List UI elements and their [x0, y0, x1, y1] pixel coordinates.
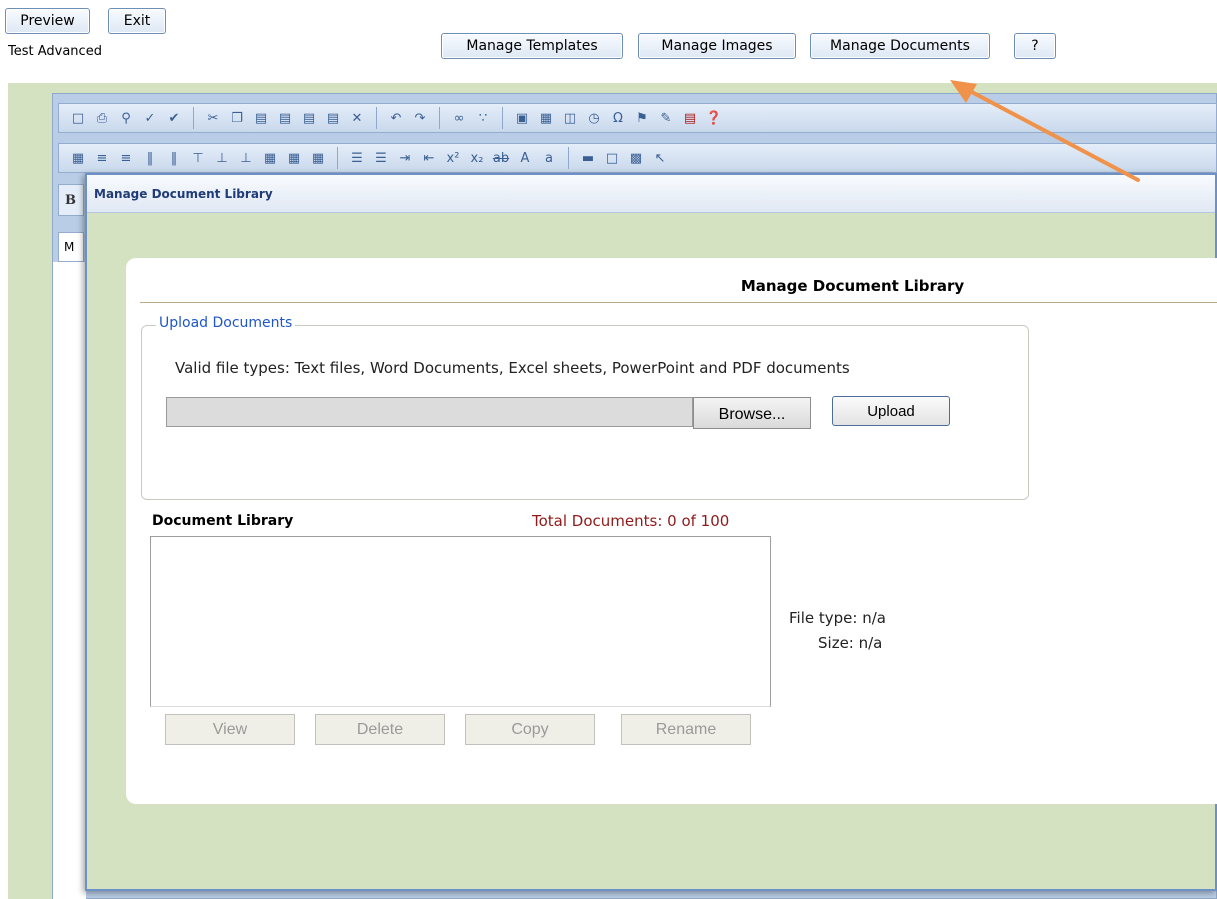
- upload-documents-legend: Upload Documents: [156, 315, 296, 331]
- file-type-info: File type: n/a: [789, 609, 886, 627]
- paste-text-icon[interactable]: ▤: [276, 109, 294, 127]
- delete-button[interactable]: Delete: [315, 714, 445, 745]
- list-unordered-icon[interactable]: ☰: [372, 149, 390, 167]
- toolbar-separator: [568, 147, 569, 169]
- help-icon[interactable]: ❓: [705, 109, 723, 127]
- document-library-panel: Manage Document Library Upload Documents…: [126, 258, 1217, 804]
- file-size-info: Size: n/a: [818, 634, 883, 652]
- insert-table-icon[interactable]: ▦: [261, 149, 279, 167]
- bold-icon[interactable]: B: [58, 184, 84, 216]
- panel-heading: Manage Document Library: [740, 277, 965, 295]
- superscript-icon[interactable]: x²: [444, 149, 462, 167]
- manage-documents-button[interactable]: Manage Documents: [810, 33, 990, 59]
- split-cells-icon[interactable]: ⊥: [213, 149, 231, 167]
- browse-button[interactable]: Browse...: [693, 397, 811, 429]
- copy-button[interactable]: Copy: [465, 714, 595, 745]
- outdent-icon[interactable]: ⇤: [420, 149, 438, 167]
- toolbar-separator: [439, 107, 440, 129]
- delete-icon[interactable]: ✕: [348, 109, 366, 127]
- valid-file-types-text: Valid file types: Text files, Word Docum…: [175, 359, 850, 377]
- split-cells-icon[interactable]: ⊥: [237, 149, 255, 167]
- total-documents-count: Total Documents: 0 of 100: [532, 512, 730, 530]
- dialog-title: Manage Document Library: [94, 187, 273, 201]
- unlink-icon[interactable]: ∵: [474, 109, 492, 127]
- manage-images-button[interactable]: Manage Images: [638, 33, 796, 59]
- table-icon[interactable]: ▦: [537, 109, 555, 127]
- insert-column-icon[interactable]: ‖: [141, 149, 159, 167]
- insert-row-icon[interactable]: ≡: [117, 149, 135, 167]
- dialog-titlebar[interactable]: Manage Document Library: [87, 175, 1215, 213]
- insert-row-icon[interactable]: ≡: [93, 149, 111, 167]
- strikethrough-icon[interactable]: ab: [492, 149, 510, 167]
- heading-divider: [140, 302, 1217, 303]
- toolbar-separator: [337, 147, 338, 169]
- toolbar-separator: [376, 107, 377, 129]
- insert-table-icon[interactable]: ▦: [285, 149, 303, 167]
- check-icon[interactable]: ✓: [141, 109, 159, 127]
- merge-cells-icon[interactable]: ⊤: [189, 149, 207, 167]
- image-icon[interactable]: ▣: [513, 109, 531, 127]
- document-list[interactable]: [150, 536, 771, 707]
- toolbar-row-1: □ ⎙ ⚲ ✓ ✔ ✂ ❐ ▤ ▤ ▤ ▤ ✕ ↶ ↷ ∞ ∵ ▣ ▦ ◫ ◷ …: [58, 103, 1217, 133]
- document-library-label: Document Library: [152, 513, 294, 529]
- copy-icon[interactable]: ❐: [228, 109, 246, 127]
- find-icon[interactable]: ⚲: [117, 109, 135, 127]
- help-button[interactable]: ?: [1014, 33, 1056, 59]
- insert-table-icon[interactable]: ▦: [309, 149, 327, 167]
- font-size-up-icon[interactable]: A: [516, 149, 534, 167]
- editor-content-area[interactable]: [52, 262, 86, 899]
- time-icon[interactable]: ◷: [585, 109, 603, 127]
- rename-button[interactable]: Rename: [621, 714, 751, 745]
- edit-icon[interactable]: ✎: [657, 109, 675, 127]
- preview-button[interactable]: Preview: [5, 8, 90, 34]
- redo-icon[interactable]: ↷: [411, 109, 429, 127]
- format-dropdown[interactable]: M: [58, 232, 84, 262]
- new-document-icon[interactable]: □: [69, 109, 87, 127]
- flash-icon[interactable]: ⚑: [633, 109, 651, 127]
- cut-icon[interactable]: ✂: [204, 109, 222, 127]
- select-icon[interactable]: ↖: [651, 149, 669, 167]
- list-ordered-icon[interactable]: ☰: [348, 149, 366, 167]
- manage-document-library-dialog: Manage Document Library Manage Document …: [85, 173, 1217, 891]
- absolute-position-icon[interactable]: □: [603, 149, 621, 167]
- document-title: Test Advanced: [8, 44, 102, 59]
- font-size-down-icon[interactable]: a: [540, 149, 558, 167]
- pdf-icon[interactable]: ▤: [681, 109, 699, 127]
- indent-icon[interactable]: ⇥: [396, 149, 414, 167]
- upload-button[interactable]: Upload: [832, 396, 950, 426]
- subscript-icon[interactable]: x₂: [468, 149, 486, 167]
- manage-templates-button[interactable]: Manage Templates: [441, 33, 623, 59]
- paste-icon[interactable]: ▤: [252, 109, 270, 127]
- toolbar-separator: [193, 107, 194, 129]
- insert-column-icon[interactable]: ‖: [165, 149, 183, 167]
- link-icon[interactable]: ∞: [450, 109, 468, 127]
- view-button[interactable]: View: [165, 714, 295, 745]
- undo-icon[interactable]: ↶: [387, 109, 405, 127]
- upload-documents-fieldset: Upload Documents Valid file types: Text …: [141, 315, 1029, 500]
- toolbar-row-2: ▦ ≡ ≡ ‖ ‖ ⊤ ⊥ ⊥ ▦ ▦ ▦ ☰ ☰ ⇥ ⇤ x² x₂ ab A…: [58, 143, 1217, 173]
- grid-icon[interactable]: ▩: [627, 149, 645, 167]
- horizontal-rule-icon[interactable]: ▬: [579, 149, 597, 167]
- file-path-input[interactable]: [166, 397, 693, 427]
- paste-html-icon[interactable]: ▤: [324, 109, 342, 127]
- special-char-icon[interactable]: Ω: [609, 109, 627, 127]
- insert-table-icon[interactable]: ▦: [69, 149, 87, 167]
- toolbar-separator: [502, 107, 503, 129]
- exit-button[interactable]: Exit: [108, 8, 166, 34]
- spellcheck-icon[interactable]: ✔: [165, 109, 183, 127]
- form-icon[interactable]: ◫: [561, 109, 579, 127]
- print-icon[interactable]: ⎙: [93, 109, 111, 127]
- paste-word-icon[interactable]: ▤: [300, 109, 318, 127]
